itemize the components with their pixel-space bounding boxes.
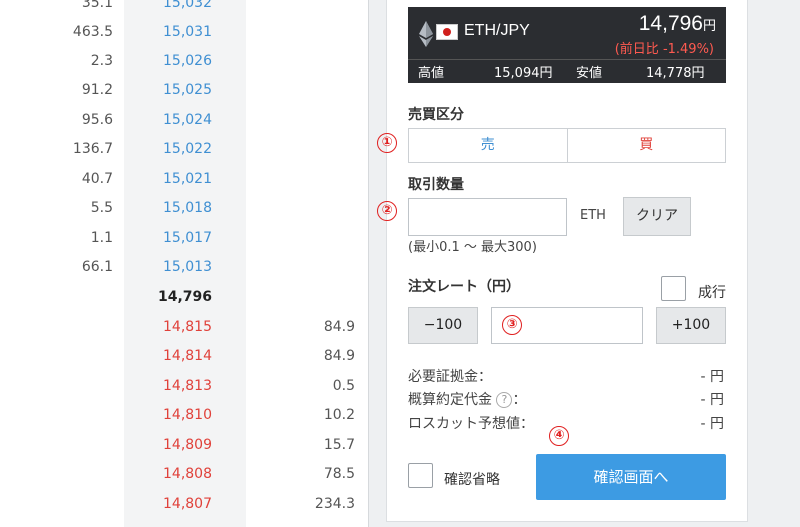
daily-change: (前日比 -1.49%) [614,42,714,57]
bid-row[interactable]: 2.3 15,026 [0,47,369,76]
side-label: 売買区分 [408,107,464,123]
skip-confirm-label: 確認省略 [444,472,500,488]
marker-3: ③ [502,315,522,335]
bid-amount: 35.1 [81,0,113,11]
ask-row[interactable]: 14,807 234.3 [0,490,369,519]
losscut-value: - 円 [700,416,724,432]
ask-row[interactable]: 14,815 84.9 [0,313,369,342]
sell-button[interactable]: 売 [409,129,568,162]
order-book: 35.1 15,032 463.5 15,031 2.3 15,026 91.2… [0,0,369,527]
market-order-label: 成行 [698,285,726,301]
rate-plus-button[interactable]: +100 [656,307,726,344]
rate-minus-button[interactable]: −100 [408,307,478,344]
low-label: 安値 [576,66,603,81]
bid-price: 15,021 [163,171,212,187]
bid-row[interactable]: 66.1 15,013 [0,253,369,282]
clear-button[interactable]: クリア [623,197,691,236]
bid-row[interactable]: 95.6 15,024 [0,106,369,135]
marker-2: ② [377,201,397,221]
market-order-checkbox[interactable] [661,276,686,301]
ask-price: 14,807 [163,496,212,512]
last-price-row: 14,796 [0,283,369,312]
bid-row[interactable]: 1.1 15,017 [0,224,369,253]
ticker-box: ETH/JPY 14,796円 (前日比 -1.49%) 高値 15,094円 … [408,7,726,83]
bid-price: 15,017 [163,230,212,246]
current-price: 14,796円 [638,12,716,35]
skip-confirm-checkbox[interactable] [408,463,433,488]
ethereum-icon [419,21,433,47]
bid-amount: 95.6 [81,112,113,128]
ask-amount: 84.9 [323,348,355,364]
ask-amount: 10.2 [323,407,355,423]
bid-amount: 91.2 [81,82,113,98]
ticker-divider [408,59,726,60]
ask-amount: 234.3 [314,496,355,512]
bid-row[interactable]: 136.7 15,022 [0,135,369,164]
low-value: 14,778円 [646,66,705,81]
bid-row[interactable]: 35.1 15,032 [0,0,369,18]
confirm-button[interactable]: 確認画面へ [536,454,726,500]
bid-price: 15,025 [163,82,212,98]
high-label: 高値 [418,66,445,81]
bid-price: 15,026 [163,53,212,69]
bid-amount: 5.5 [90,200,113,216]
last-price: 14,796 [157,289,212,305]
rate-label: 注文レート（円） [408,279,520,295]
bid-row[interactable]: 91.2 15,025 [0,76,369,105]
bid-amount: 136.7 [72,141,113,157]
bid-price: 15,022 [163,141,212,157]
ask-price: 14,810 [163,407,212,423]
high-value: 15,094円 [494,66,553,81]
ask-amount: 78.5 [323,466,355,482]
settlement-value: - 円 [700,392,724,408]
bid-amount: 1.1 [90,230,113,246]
order-panel: ETH/JPY 14,796円 (前日比 -1.49%) 高値 15,094円 … [377,0,748,522]
bid-row[interactable]: 5.5 15,018 [0,194,369,223]
bid-amount: 463.5 [72,24,113,40]
ask-price: 14,815 [163,319,212,335]
margin-value: - 円 [700,369,724,385]
quantity-input[interactable] [408,198,567,236]
ask-row[interactable]: 14,814 84.9 [0,342,369,371]
margin-label: 必要証拠金： [408,369,492,385]
bid-amount: 66.1 [81,259,113,275]
ask-amount: 15.7 [323,437,355,453]
bid-price: 15,032 [163,0,212,11]
ask-row[interactable]: 14,810 10.2 [0,401,369,430]
japan-flag-icon [436,24,458,40]
settlement-label: 概算約定代金 ?： [408,392,527,408]
bid-amount: 40.7 [81,171,113,187]
ask-amount: 84.9 [323,319,355,335]
bid-price: 15,024 [163,112,212,128]
quantity-hint: (最小0.1 〜 最大300) [408,240,537,255]
bid-price: 15,031 [163,24,212,40]
buy-button[interactable]: 買 [567,129,725,162]
bid-amount: 2.3 [90,53,113,69]
bid-price: 15,013 [163,259,212,275]
ask-row[interactable]: 14,809 15.7 [0,431,369,460]
bid-price: 15,018 [163,200,212,216]
marker-4: ④ [549,426,569,446]
quantity-label: 取引数量 [408,177,464,193]
ask-price: 14,813 [163,378,212,394]
marker-1: ① [377,133,397,153]
bid-row[interactable]: 40.7 15,021 [0,165,369,194]
ask-row[interactable]: 14,808 78.5 [0,460,369,489]
side-toggle: 売 買 [408,128,726,163]
losscut-label: ロスカット予想値： [408,416,534,432]
ask-amount: 0.5 [332,378,355,394]
bid-row[interactable]: 463.5 15,031 [0,18,369,47]
ask-price: 14,814 [163,348,212,364]
quantity-unit: ETH [580,208,606,223]
ask-price: 14,809 [163,437,212,453]
ask-row[interactable]: 14,813 0.5 [0,372,369,401]
help-icon[interactable]: ? [496,392,513,408]
currency-pair: ETH/JPY [464,22,530,39]
ask-price: 14,808 [163,466,212,482]
